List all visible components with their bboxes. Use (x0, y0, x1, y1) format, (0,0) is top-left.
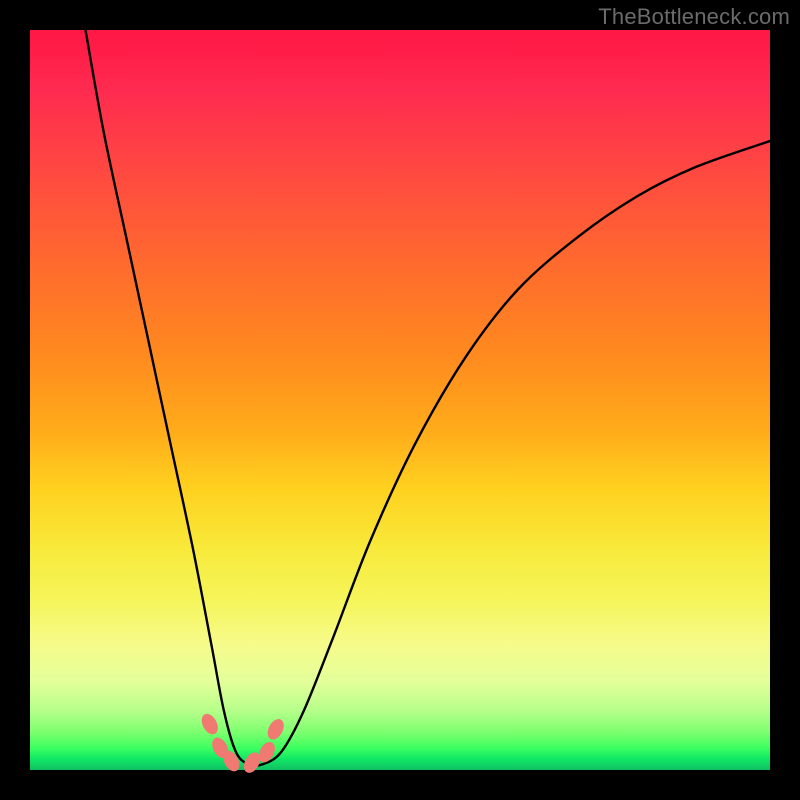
watermark-text: TheBottleneck.com (598, 4, 790, 30)
plot-area (30, 30, 770, 770)
bottleneck-curve (86, 30, 771, 766)
marker-dot (198, 711, 221, 737)
outer-frame: TheBottleneck.com (0, 0, 800, 800)
curve-svg (30, 30, 770, 770)
marker-dot (264, 716, 287, 742)
curve-markers (198, 711, 287, 775)
